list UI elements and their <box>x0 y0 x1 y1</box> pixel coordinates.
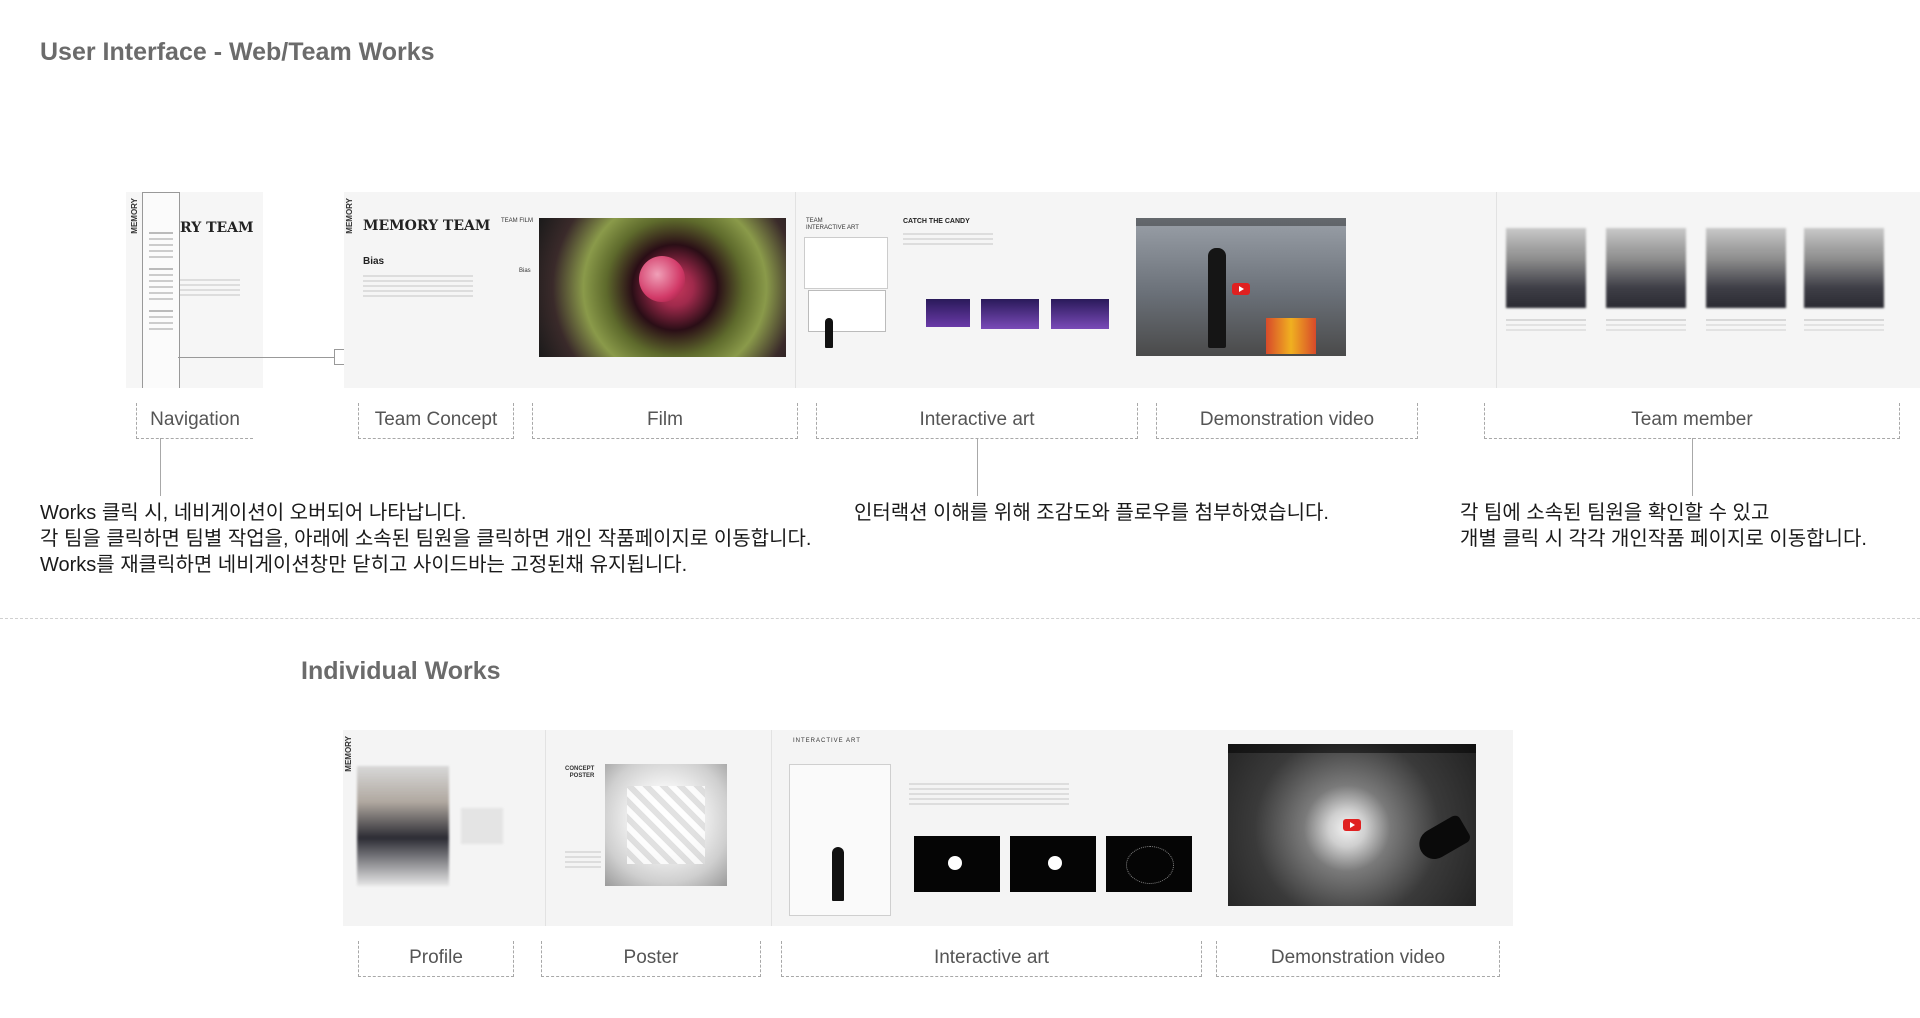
caption-poster: Poster <box>541 941 761 977</box>
caption-team-concept: Team Concept <box>358 403 514 439</box>
film-title-small: Bias <box>519 268 531 274</box>
poster-image[interactable] <box>605 764 727 886</box>
interactive-frame-1[interactable] <box>914 836 1000 892</box>
individual-works-screen: MEMORY CONCEPT POSTER INTERACTIVE ART <box>343 730 1513 926</box>
section-title-team-works: User Interface - Web/Team Works <box>40 38 435 66</box>
interactive-frame-2[interactable] <box>1010 836 1096 892</box>
section-title-individual-works: Individual Works <box>301 657 501 685</box>
team-name-partial: RY TEAM <box>180 220 254 236</box>
interactive-art-label: TEAM INTERACTIVE ART <box>806 218 859 231</box>
foot-shadow <box>1413 813 1473 865</box>
individual-demo-video[interactable] <box>1228 744 1476 906</box>
section-divider <box>0 618 1920 619</box>
description-interactive: 인터랙션 이해를 위해 조감도와 플로우를 첨부하였습니다. <box>854 502 1329 524</box>
caption-navigation: Navigation <box>136 403 253 439</box>
profile-name-card <box>461 808 503 844</box>
individual-interactive-diagram <box>789 764 891 916</box>
interactive-scene-2[interactable] <box>981 299 1039 329</box>
film-thumbnail[interactable] <box>539 218 786 357</box>
interactive-diagram <box>804 237 888 289</box>
site-logo: MEMORY <box>130 198 139 234</box>
connector-interactive <box>977 438 978 496</box>
team-works-screen: MEMORY MEMORY TEAM TEAM FILM Bias Bias T… <box>344 192 1920 388</box>
connector-team-member <box>1692 438 1693 496</box>
navigation-overlay[interactable] <box>142 192 180 388</box>
person-silhouette <box>832 847 844 901</box>
member-photo-1[interactable] <box>1506 228 1586 308</box>
interactive-scene-1[interactable] <box>926 299 970 327</box>
candy-box <box>1266 318 1316 354</box>
caption-interactive-art: Interactive art <box>816 403 1138 439</box>
site-logo: MEMORY <box>344 736 353 772</box>
presenter-figure <box>1208 248 1226 348</box>
caption-demonstration-video: Demonstration video <box>1156 403 1418 439</box>
concept-text-block <box>363 272 473 300</box>
caption-profile: Profile <box>358 941 514 977</box>
member-photo-3[interactable] <box>1706 228 1786 308</box>
member-photo-4[interactable] <box>1804 228 1884 308</box>
interactive-frame-3[interactable] <box>1106 836 1192 892</box>
caption-individual-demonstration-video: Demonstration video <box>1216 941 1500 977</box>
navigation-screen: MEMORY RY TEAM <box>126 192 263 388</box>
navigation-connector-line <box>178 357 334 358</box>
catch-candy-title: CATCH THE CANDY <box>903 218 970 225</box>
connector-navigation <box>160 438 161 496</box>
caption-team-member: Team member <box>1484 403 1900 439</box>
member-photo-2[interactable] <box>1606 228 1686 308</box>
description-navigation: Works 클릭 시, 네비게이션이 오버되어 나타납니다. 각 팀을 클릭하면… <box>40 502 812 576</box>
individual-interactive-art-label: INTERACTIVE ART <box>793 738 861 744</box>
description-team-member: 각 팀에 소속된 팀원을 확인할 수 있고 개별 클릭 시 각각 개인작품 페이… <box>1460 502 1867 550</box>
concept-poster-label: CONCEPT POSTER <box>565 766 595 779</box>
caption-individual-interactive-art: Interactive art <box>781 941 1202 977</box>
interactive-flow <box>808 290 886 332</box>
team-name-title: MEMORY TEAM <box>363 218 491 234</box>
film-title: Bias <box>363 256 385 267</box>
play-icon[interactable] <box>1343 819 1361 831</box>
site-logo: MEMORY <box>345 198 354 234</box>
interactive-scene-3[interactable] <box>1051 299 1109 329</box>
profile-photo <box>357 766 449 886</box>
person-silhouette <box>825 318 833 348</box>
team-film-label: TEAM FILM <box>501 218 534 224</box>
play-icon[interactable] <box>1232 283 1250 295</box>
caption-film: Film <box>532 403 798 439</box>
team-demo-video[interactable] <box>1136 218 1346 356</box>
